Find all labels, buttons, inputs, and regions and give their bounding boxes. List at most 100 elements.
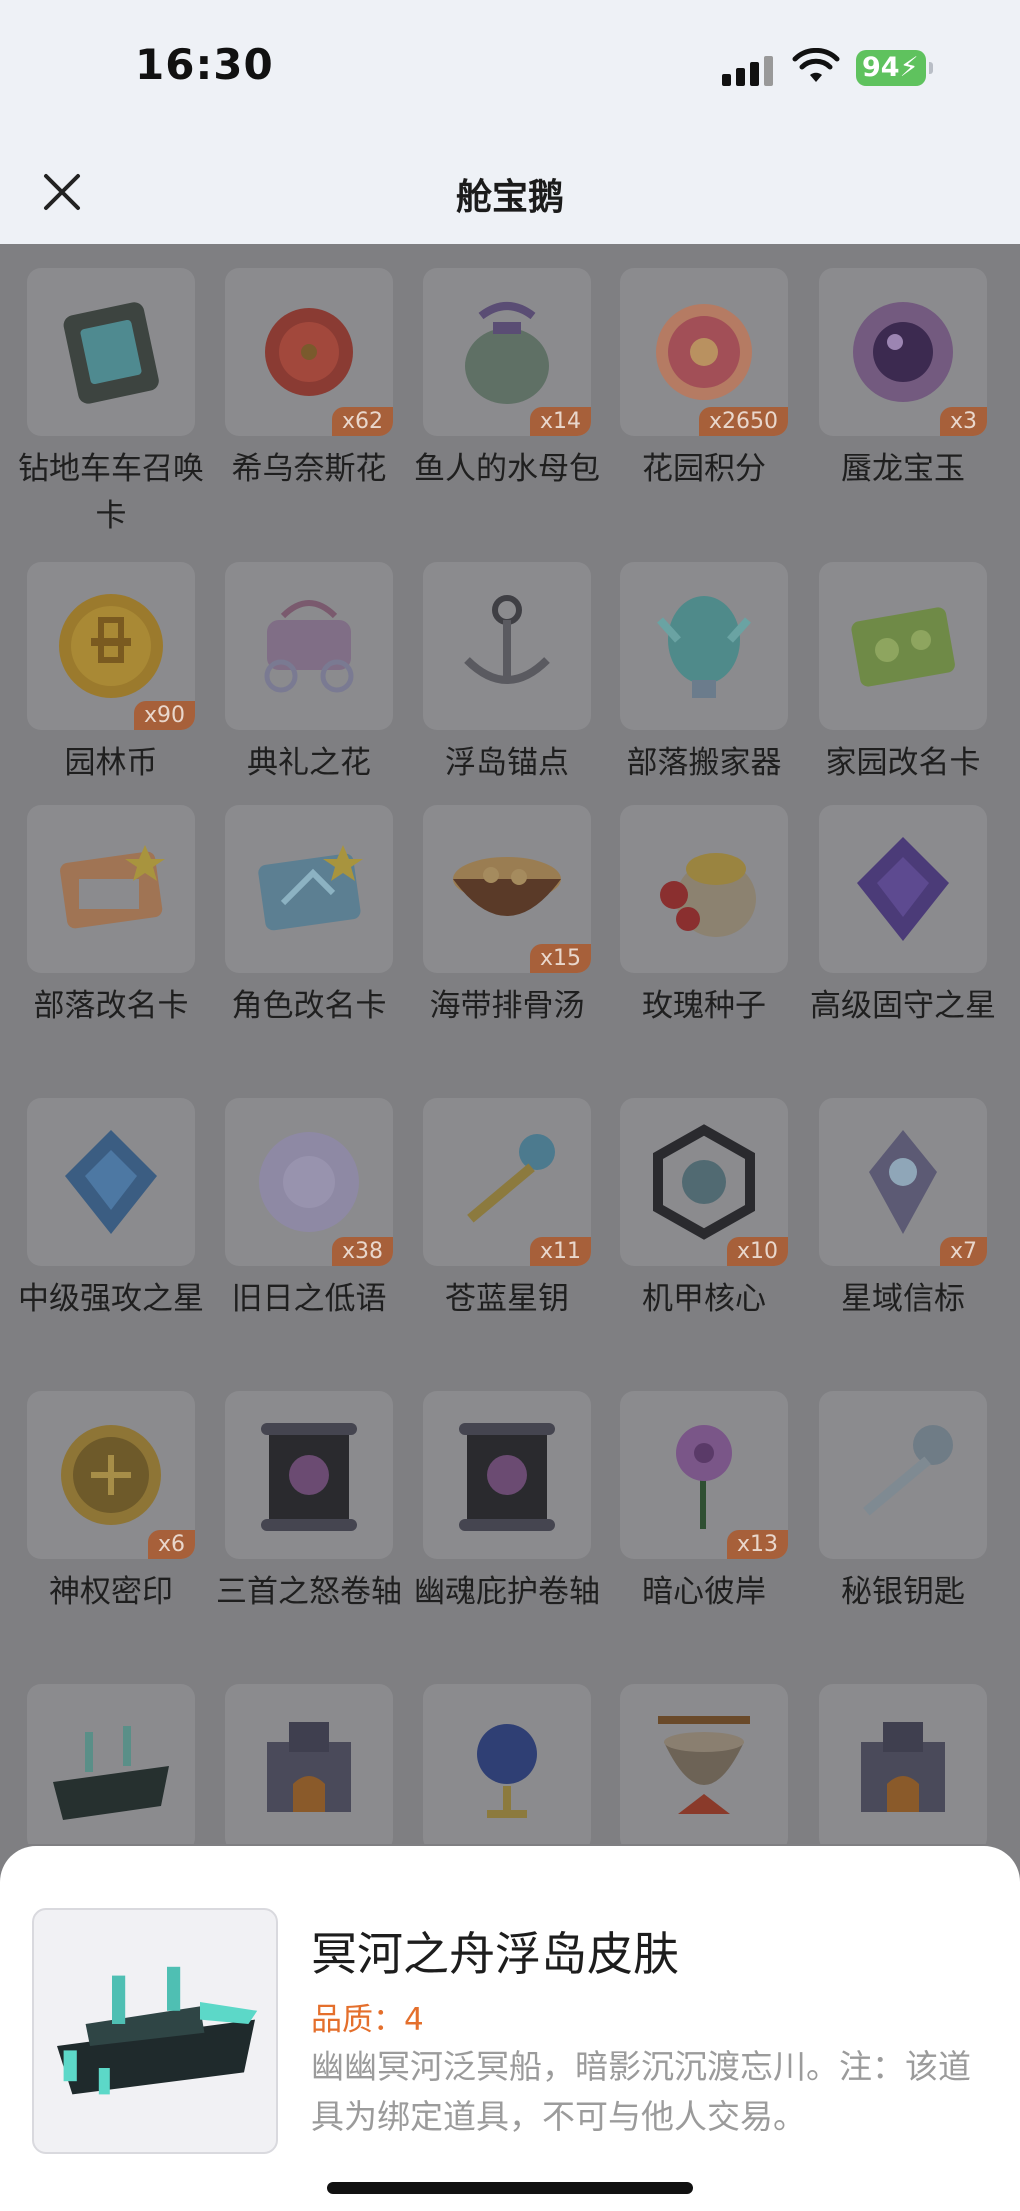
soup-bowl-icon xyxy=(453,857,561,916)
item-tile xyxy=(27,1684,195,1844)
grid-item[interactable]: x13 暗心彼岸 xyxy=(605,1391,803,1616)
item-tile: x62 xyxy=(225,268,393,436)
grid-item[interactable]: 中级强攻之星 xyxy=(12,1098,210,1323)
grid-item[interactable]: x7 星域信标 xyxy=(804,1098,1002,1323)
grid-item[interactable]: x14 鱼人的水母包 xyxy=(408,268,606,493)
scroll-icon xyxy=(459,1423,555,1531)
item-count-badge: x3 xyxy=(939,407,987,436)
egg-crystal-icon xyxy=(657,596,751,698)
item-tile: x3 xyxy=(819,268,987,436)
item-label: 星域信标 xyxy=(841,1281,965,1317)
detail-description: 幽幽冥河泛冥船，暗影沉沉渡忘川。注：该道具为绑定道具，不可与他人交易。 xyxy=(311,2047,971,2136)
grid-item[interactable]: x3 蜃龙宝玉 xyxy=(804,268,1002,493)
nav-bar: 舱宝鹅 xyxy=(0,140,1020,244)
item-label: 机甲核心 xyxy=(642,1281,766,1317)
grid-item[interactable] xyxy=(408,1684,606,1844)
item-label: 暗心彼岸 xyxy=(642,1574,766,1610)
item-tile: x13 xyxy=(620,1391,788,1559)
purple-orb-icon xyxy=(853,302,953,402)
grid-item[interactable] xyxy=(804,1684,1002,1844)
item-label: 家园改名卡 xyxy=(825,745,981,781)
item-grid: 钻地车车召唤卡 x62 希乌奈斯花 x14 鱼人的水母包 x2650 花园积分 x3 蜃龙宝玉 x… xyxy=(0,244,1020,1844)
grid-item[interactable] xyxy=(12,1684,210,1844)
item-label: 苍蓝星钥 xyxy=(445,1281,569,1317)
pouch-icon xyxy=(465,302,549,404)
item-count-badge: x38 xyxy=(331,1237,393,1266)
battery-icon: 94⚡ xyxy=(856,50,933,86)
item-tile xyxy=(819,1684,987,1844)
item-label: 典礼之花 xyxy=(247,745,371,781)
red-flower-icon xyxy=(265,308,353,396)
grid-item[interactable]: 部落搬家器 xyxy=(605,562,803,787)
cellular-signal-icon xyxy=(722,52,778,86)
grid-item[interactable]: 玫瑰种子 xyxy=(605,805,803,1030)
grid-item[interactable]: 高级固守之星 xyxy=(804,805,1002,1030)
pink-flower-token-icon xyxy=(656,304,752,400)
item-label: 蜃龙宝玉 xyxy=(841,451,965,487)
grid-item[interactable]: 秘银钥匙 xyxy=(804,1391,1002,1616)
seed-sack-icon xyxy=(660,853,756,937)
item-label: 玫瑰种子 xyxy=(642,988,766,1024)
grid-item[interactable]: x2650 花园积分 xyxy=(605,268,803,493)
grid-item[interactable] xyxy=(605,1684,803,1844)
item-label: 海带排骨汤 xyxy=(429,988,585,1024)
status-time: 16:30 xyxy=(135,40,274,89)
grid-item[interactable]: 家园改名卡 xyxy=(804,562,1002,787)
grid-item[interactable]: x38 旧日之低语 xyxy=(210,1098,408,1323)
grid-item[interactable]: x11 苍蓝星钥 xyxy=(408,1098,606,1323)
grid-item[interactable]: 幽魂庇护卷轴 xyxy=(408,1391,606,1616)
grid-item[interactable]: x6 神权密印 xyxy=(12,1391,210,1616)
grid-item[interactable] xyxy=(210,1684,408,1844)
grid-item[interactable]: 钻地车车召唤卡 xyxy=(12,268,210,540)
item-tile: x10 xyxy=(620,1098,788,1266)
grid-item[interactable]: 浮岛锚点 xyxy=(408,562,606,787)
blue-gem-icon xyxy=(65,1130,157,1234)
green-card-icon xyxy=(851,607,955,687)
scroll-icon xyxy=(261,1423,357,1531)
grid-item[interactable]: x10 机甲核心 xyxy=(605,1098,803,1323)
silver-key-icon xyxy=(863,1425,953,1516)
home-indicator xyxy=(327,2182,693,2194)
seal-coin-icon xyxy=(61,1425,161,1525)
carriage-icon xyxy=(264,600,354,693)
grid-item[interactable]: 典礼之花 xyxy=(210,562,408,787)
item-count-badge: x6 xyxy=(147,1530,195,1559)
item-tile xyxy=(225,805,393,973)
item-count-badge: x7 xyxy=(939,1237,987,1266)
grid-item[interactable]: x15 海带排骨汤 xyxy=(408,805,606,1030)
item-label: 三首之怒卷轴 xyxy=(216,1574,402,1610)
beacon-icon xyxy=(869,1130,937,1234)
item-tile xyxy=(225,1684,393,1844)
item-tile xyxy=(423,562,591,730)
key-icon xyxy=(467,1134,555,1223)
item-tile: x14 xyxy=(423,268,591,436)
item-label: 钻地车车召唤卡 xyxy=(18,451,204,534)
grid-item[interactable]: 角色改名卡 xyxy=(210,805,408,1030)
item-tile xyxy=(819,805,987,973)
item-count-badge: x10 xyxy=(726,1237,788,1266)
item-tile: x15 xyxy=(423,805,591,973)
item-tile xyxy=(620,1684,788,1844)
grid-item[interactable]: x62 希乌奈斯花 xyxy=(210,268,408,493)
item-label: 浮岛锚点 xyxy=(445,745,569,781)
detail-title: 冥河之舟浮岛皮肤 xyxy=(311,1927,679,1981)
grid-item[interactable]: 三首之怒卷轴 xyxy=(210,1391,408,1616)
item-label: 角色改名卡 xyxy=(231,988,387,1024)
orange-card-icon xyxy=(60,845,165,929)
item-count-badge: x90 xyxy=(133,701,195,730)
anchor-icon xyxy=(464,595,550,684)
item-count-badge: x2650 xyxy=(698,407,788,436)
grid-item[interactable]: 部落改名卡 xyxy=(12,805,210,1030)
grid-item[interactable]: x90 园林币 xyxy=(12,562,210,787)
item-label: 鱼人的水母包 xyxy=(414,451,600,487)
detail-preview xyxy=(32,1908,278,2154)
item-detail-sheet: 冥河之舟浮岛皮肤 品质：4 幽幽冥河泛冥船，暗影沉沉渡忘川。注：该道具为绑定道具… xyxy=(0,1846,1020,2211)
item-tile xyxy=(27,1098,195,1266)
item-tile xyxy=(27,268,195,436)
item-label: 园林币 xyxy=(64,745,158,781)
item-count-badge: x15 xyxy=(529,944,591,973)
item-label: 幽魂庇护卷轴 xyxy=(414,1574,600,1610)
item-label: 部落搬家器 xyxy=(626,745,782,781)
battery-level: 94 xyxy=(862,52,900,83)
item-tile: x90 xyxy=(27,562,195,730)
